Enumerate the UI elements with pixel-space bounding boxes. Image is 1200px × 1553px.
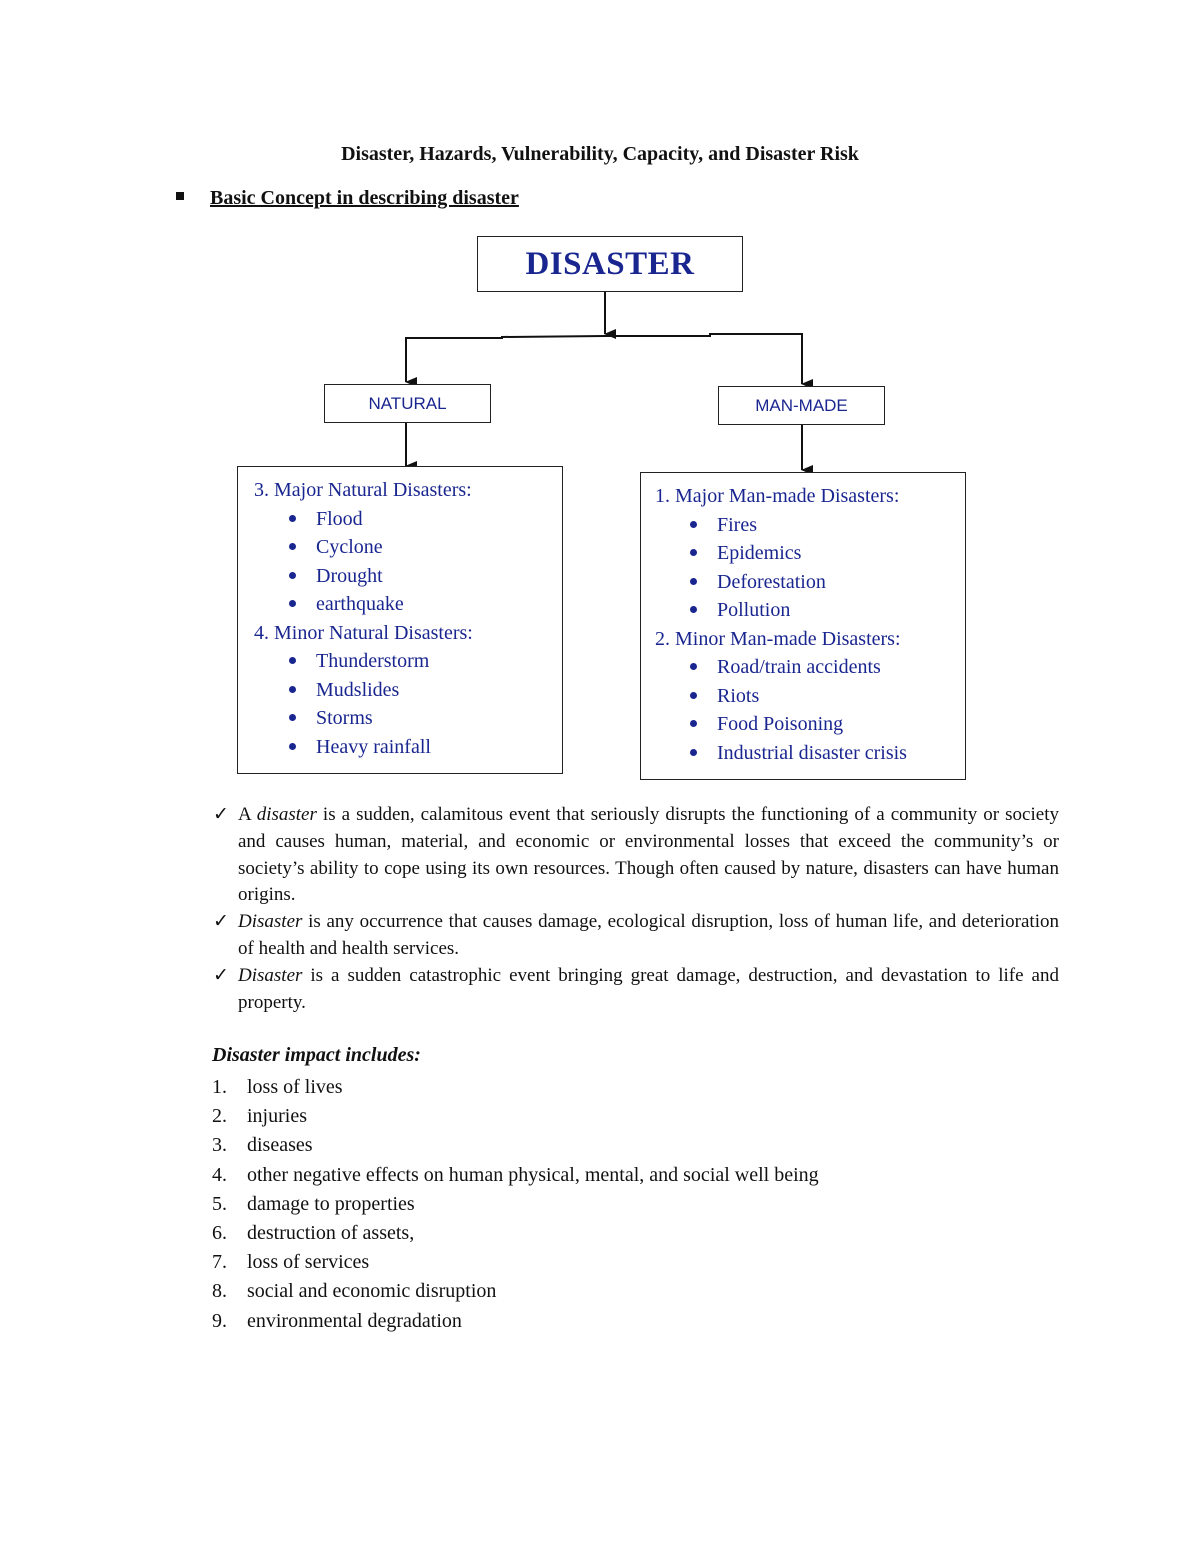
section-heading-label: Basic Concept in describing disaster: [210, 187, 519, 209]
root-node-disaster: DISASTER: [477, 236, 743, 292]
bullet-icon: [690, 663, 697, 670]
list-item: Deforestation: [655, 568, 965, 597]
group-heading: 2. Minor Man-made Disasters:: [655, 627, 901, 650]
list-item: Cyclone: [254, 533, 562, 562]
group-heading: 4. Minor Natural Disasters:: [254, 621, 473, 644]
section-heading: Basic Concept in describing disaster: [176, 187, 519, 210]
definitions-list: ✓ A disaster is a sudden, calamitous even…: [213, 802, 1059, 1016]
document-title: Disaster, Hazards, Vulnerability, Capaci…: [341, 143, 859, 165]
bullet-icon: [289, 657, 296, 664]
definition-item: ✓ A disaster is a sudden, calamitous even…: [213, 804, 1059, 906]
bullet-icon: [690, 720, 697, 727]
bullet-icon: [289, 571, 296, 579]
category-node-natural: NATURAL: [324, 384, 491, 423]
bullet-icon: [289, 514, 296, 522]
list-item: Flood: [254, 505, 562, 534]
impact-item: 2. injuries: [212, 1105, 307, 1128]
checkmark-icon: ✓: [213, 804, 229, 825]
category-node-man-made: MAN-MADE: [718, 386, 885, 425]
bullet-icon: [690, 577, 697, 585]
list-item: earthquake: [254, 590, 562, 619]
list-item: Mudslides: [254, 676, 562, 705]
checkmark-icon: ✓: [213, 911, 229, 933]
checkmark-icon: ✓: [213, 964, 229, 986]
term: disaster: [256, 804, 317, 825]
impact-item: 6. destruction of assets,: [212, 1222, 415, 1245]
bullet-icon: [289, 543, 296, 550]
list-item: Industrial disaster crisis: [655, 739, 965, 768]
impact-heading: Disaster impact includes:: [212, 1044, 421, 1066]
impact-item: 3. diseases: [212, 1134, 313, 1157]
root-node-label: DISASTER: [525, 245, 695, 282]
branch-connector: [405, 333, 803, 384]
list-item: Heavy rainfall: [254, 733, 562, 762]
natural-disasters-list: 3. Major Natural Disasters: Flood Cyclon…: [237, 466, 563, 774]
impact-item: 1. loss of lives: [212, 1076, 343, 1098]
impact-item: 5. damage to properties: [212, 1192, 415, 1215]
list-item: Drought: [254, 562, 562, 591]
bullet-icon: [289, 685, 296, 693]
bullet-icon: [289, 742, 296, 750]
list-item: Riots: [655, 682, 965, 711]
bullet-icon: [690, 520, 697, 528]
bullet-icon: [289, 600, 296, 607]
impact-item: 7. loss of services: [212, 1251, 370, 1274]
list-item: Epidemics: [655, 539, 965, 568]
list-item: Storms: [254, 704, 562, 733]
list-item: Road/train accidents: [655, 653, 965, 682]
list-item: Fires: [655, 511, 965, 540]
list-item: Thunderstorm: [254, 647, 562, 676]
group-heading: 3. Major Natural Disasters:: [254, 479, 472, 501]
bullet-icon: [690, 549, 697, 556]
bullet-icon: [289, 714, 296, 721]
term: Disaster: [238, 911, 303, 933]
list-item: Pollution: [655, 596, 965, 625]
list-item: Food Poisoning: [655, 710, 965, 739]
impact-item: 9. environmental degradation: [212, 1309, 462, 1332]
bullet-icon: [690, 606, 697, 613]
square-bullet-icon: [176, 192, 184, 201]
group-heading: 1. Major Man-made Disasters:: [655, 485, 900, 507]
impact-list: 1. loss of lives 2. injuries 3. diseases 4.…: [212, 1073, 819, 1336]
term: Disaster: [238, 964, 303, 986]
man-made-disasters-list: 1. Major Man-made Disasters: Fires Epide…: [640, 472, 966, 780]
definition-item: ✓ Disaster is any occurrence that causes …: [213, 911, 1059, 959]
bullet-icon: [690, 748, 697, 756]
impact-item: 4. other negative effects on human physic…: [212, 1163, 819, 1186]
definition-item: ✓ Disaster is a sudden catastrophic event…: [213, 964, 1059, 1013]
diagram-connectors: [405, 292, 813, 475]
impact-item: 8. social and economic disruption: [212, 1280, 497, 1303]
bullet-icon: [690, 691, 697, 699]
